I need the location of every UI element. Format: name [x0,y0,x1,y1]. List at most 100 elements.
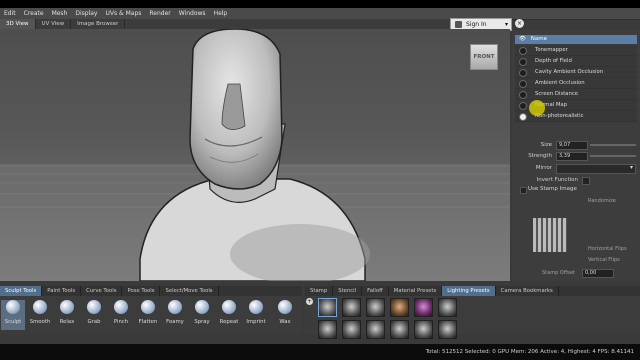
lighting-preset-thumb[interactable] [414,298,433,317]
lighting-preset-thumb[interactable] [438,320,457,339]
vertical-flips-label: Vertical Flips [588,257,620,263]
spray-icon [195,300,209,314]
tool-label: Repeat [219,319,239,325]
3d-viewport[interactable]: FRONT [0,29,510,281]
flatten-icon [141,300,155,314]
tab-curve-tools[interactable]: Curve Tools [81,286,123,296]
visibility-toggle[interactable] [519,47,527,55]
status-text: Total: 512512 Selected: 0 GPU Mem: 206 A… [425,349,634,355]
filter-row-ambient-occlusion[interactable]: Ambient Occlusion [515,78,637,89]
mirror-label: Mirror [535,165,552,171]
tool-pinch[interactable]: Pinch [109,300,133,325]
foamy-icon [168,300,182,314]
strength-input[interactable]: 3,39 [556,152,588,161]
strength-label: Strength [528,153,552,159]
randomize-label: Randomize [588,198,616,204]
visibility-toggle[interactable] [519,69,527,77]
tool-relax[interactable]: Relax [55,300,79,325]
visibility-toggle[interactable] [519,58,527,66]
visibility-toggle[interactable] [519,91,527,99]
tab-pose-tools[interactable]: Pose Tools [122,286,161,296]
cursor-highlight [529,100,545,116]
lighting-preset-thumb[interactable] [366,320,385,339]
use-stamp-image-checkbox[interactable] [520,187,527,194]
tab-lighting-presets[interactable]: Lighting Presets [442,286,496,296]
imprint-icon [249,300,263,314]
lighting-preset-thumb[interactable] [414,320,433,339]
tab-3d-view[interactable]: 3D View [0,19,36,29]
tab-sculpt-tools[interactable]: Sculpt Tools [0,286,43,296]
filters-header: 👁 Name [515,35,637,44]
tool-repeat[interactable]: Repeat [217,300,241,325]
visibility-toggle[interactable] [519,80,527,88]
menu-edit[interactable]: Edit [0,8,20,19]
filter-row-depth-of-field[interactable]: Depth of Field [515,56,637,67]
strength-slider[interactable] [590,155,636,157]
view-cube[interactable]: FRONT [470,44,498,70]
filter-row-screen-distance[interactable]: Screen Distance [515,89,637,100]
menu-mesh[interactable]: Mesh [48,8,72,19]
filter-row-tonemapper[interactable]: Tonemapper [515,45,637,56]
size-input[interactable]: 9,07 [556,141,588,150]
repeat-icon [222,300,236,314]
tab-paint-tools[interactable]: Paint Tools [42,286,82,296]
tool-label: Grab [87,319,101,325]
add-preset-icon[interactable]: + [306,298,313,305]
tab-material-presets[interactable]: Material Presets [389,286,443,296]
filter-row-cavity-ao[interactable]: Cavity Ambient Occlusion [515,67,637,78]
tab-camera-bookmarks[interactable]: Camera Bookmarks [496,286,559,296]
tool-spray[interactable]: Spray [190,300,214,325]
menu-create[interactable]: Create [20,8,48,19]
preset-tabs: Stamp Stencil Falloff Material Presets L… [305,286,640,296]
lighting-preset-thumb[interactable] [390,320,409,339]
tab-stencil[interactable]: Stencil [333,286,363,296]
smooth-icon [33,300,47,314]
lighting-preset-thumb[interactable] [318,298,337,317]
filter-label: Ambient Occlusion [535,80,585,86]
view-tabs: 3D View UV View Image Browser [0,19,510,29]
menu-windows[interactable]: Windows [175,8,210,19]
chevron-down-icon: ▾ [629,164,633,171]
lighting-preset-thumb[interactable] [390,298,409,317]
tab-stamp[interactable]: Stamp [305,286,334,296]
lighting-preset-thumb[interactable] [318,320,337,339]
horizontal-flips-label: Horizontal Flips [588,246,627,252]
tool-wax[interactable]: Wax [273,300,297,325]
stamp-offset-input[interactable]: 0,00 [582,269,614,278]
tool-foamy[interactable]: Foamy [163,300,187,325]
lighting-preset-thumb[interactable] [342,320,361,339]
eye-icon: 👁 [519,36,526,42]
tool-smooth[interactable]: Smooth [28,300,52,325]
menu-uvs-maps[interactable]: UVs & Maps [101,8,145,19]
lighting-preset-thumb[interactable] [366,298,385,317]
menu-render[interactable]: Render [145,8,174,19]
tab-uv-view[interactable]: UV View [36,19,72,29]
tool-grab[interactable]: Grab [82,300,106,325]
stamp-preview[interactable] [533,218,567,252]
tab-image-browser[interactable]: Image Browser [71,19,126,29]
tab-falloff[interactable]: Falloff [362,286,389,296]
close-icon[interactable]: × [515,19,524,28]
filters-header-label: Name [530,36,547,42]
visibility-toggle[interactable] [519,102,527,110]
status-bar: Total: 512512 Selected: 0 GPU Mem: 206 A… [0,344,640,360]
lighting-preset-thumb[interactable] [342,298,361,317]
invert-function-checkbox[interactable] [582,177,590,185]
tool-label: Spray [194,319,210,325]
mirror-dropdown[interactable]: ▾ [556,164,636,174]
use-stamp-image-label: Use Stamp Image [528,186,577,192]
visibility-toggle[interactable] [519,113,527,121]
invert-function-label: Invert Function [536,177,578,183]
menu-help[interactable]: Help [210,8,232,19]
tool-sculpt[interactable]: Sculpt [1,300,25,330]
filter-label: Screen Distance [535,91,579,97]
tool-flatten[interactable]: Flatten [136,300,160,325]
tool-tabs: Sculpt Tools Paint Tools Curve Tools Pos… [0,286,302,296]
menu-display[interactable]: Display [71,8,101,19]
sculpt-model [0,29,510,281]
tool-imprint[interactable]: Imprint [244,300,268,325]
tab-select-move-tools[interactable]: Select/Move Tools [160,286,219,296]
lighting-preset-thumb[interactable] [438,298,457,317]
size-slider[interactable] [590,144,636,146]
grab-icon [87,300,101,314]
